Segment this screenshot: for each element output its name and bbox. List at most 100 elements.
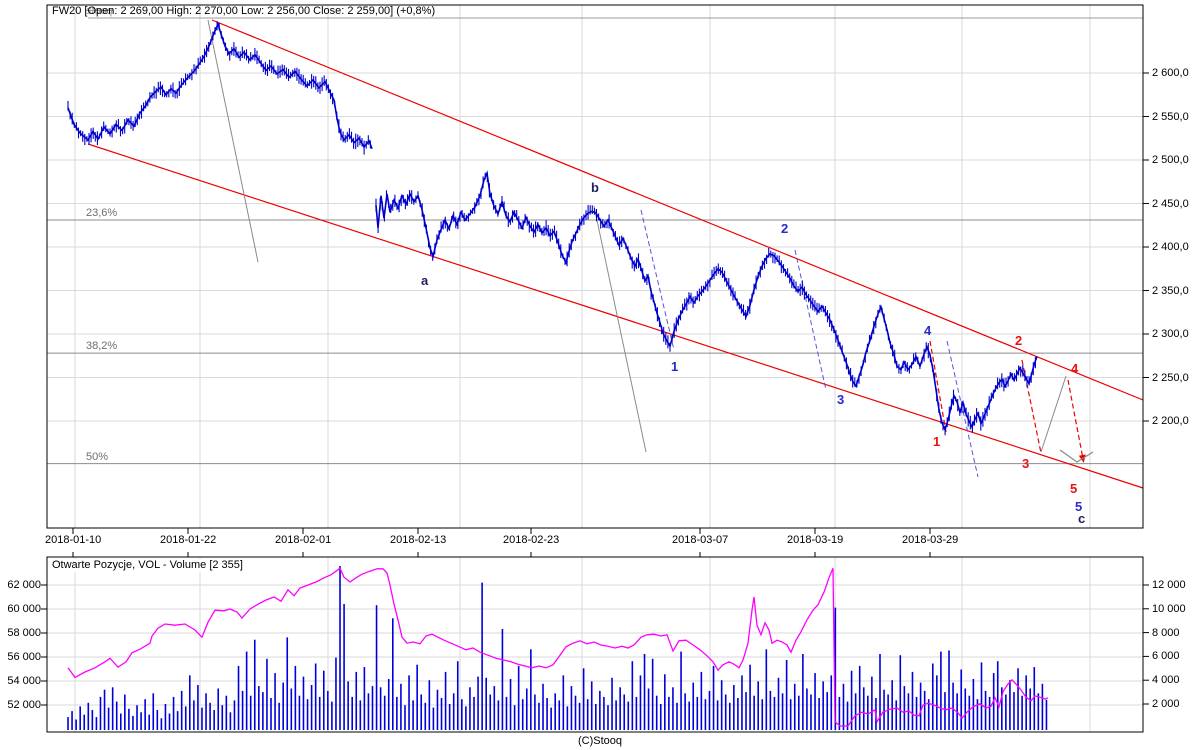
volume-bar [99,696,102,730]
volume-bar [396,696,398,730]
volume-bar [456,661,459,730]
volume-bar [1005,694,1007,730]
volume-bar [919,682,922,730]
volume-bar [428,680,431,730]
volume-bar [627,701,630,730]
volume-bar [1029,688,1032,730]
volume-bar [318,696,321,730]
volume-bar [842,683,845,730]
volume-bar [858,665,861,730]
volume-bar [554,693,556,730]
volume-bar [599,690,601,730]
volume-bar [530,649,532,730]
volume-bar [651,658,654,730]
volume-bar [785,660,788,730]
volume-bar [400,683,402,730]
volume-bar [672,687,674,730]
volume-bar [322,670,325,730]
volume-bar [830,675,833,730]
volume-bar [822,681,824,730]
volume-bar [952,682,954,730]
volume-bar [184,706,187,730]
volume-bar [302,676,305,730]
volume-bar [720,680,723,730]
volume-bar [635,696,638,730]
volume-bar [757,681,759,730]
volume-bar [1017,668,1019,730]
volume-bar [534,694,536,730]
volume-bar [891,680,893,730]
volume-bar [355,671,358,730]
volume-bar [136,705,138,730]
volume-bar [976,699,979,730]
volume-bar [282,682,284,730]
volume-bar [643,654,646,730]
volume-bar [383,695,386,730]
volume-bar [274,673,276,730]
volume-bar [245,651,248,730]
volume-bar [578,702,581,730]
gray-trend-line [1040,375,1067,453]
volume-bar [521,699,524,730]
volume-bar [327,690,329,730]
volume-bar [724,694,727,730]
volume-bar [375,605,378,730]
volume-bar [67,717,69,730]
volume-bar [452,693,455,730]
volume-bar [124,694,126,730]
volume-bar [639,675,642,730]
volume-bar [1021,695,1023,730]
volume-bar [509,679,512,730]
volume-bar [424,702,427,730]
volume-bar [152,693,155,730]
volume-bar [489,694,492,730]
copyright-label: (C)Stooq [577,735,623,747]
volume-bar [753,695,755,730]
volume-bar [294,665,297,730]
volume-bar [412,700,414,730]
volume-bar [473,696,475,730]
volume-bar [968,695,971,730]
volume-bar [432,707,435,730]
volume-bar [201,707,203,730]
volume-bar [972,679,975,730]
volume-bar [440,698,443,730]
volume-bar [988,696,991,730]
volume-bar [213,710,215,730]
volume-bar [363,667,366,730]
volume-bar [505,696,508,730]
volume-bar [741,675,743,730]
volume-bar [948,650,950,730]
volume-bar [465,706,467,730]
volume-bar [217,688,220,730]
volume-bar [980,662,983,730]
volume-bar [95,717,98,730]
volume-bar [71,711,73,730]
volume-bar [818,698,820,730]
volume-bar [335,657,337,730]
volume-bar [517,665,520,730]
volume-bar [704,699,707,730]
volume-bar [944,692,946,730]
volume-bar [781,693,784,730]
volume-bar [193,700,195,730]
volume-bar [197,685,199,730]
volume-bar [737,698,739,730]
volume-bar [664,674,666,731]
volume-bar [595,704,597,730]
volume-bar [241,690,244,730]
volume-bar [806,688,808,730]
volume-bar [497,700,500,730]
volume-bar [1025,675,1027,730]
volume-bar [538,702,540,730]
volume-bar [79,706,81,730]
volume-bar [607,705,609,730]
volume-bar [176,711,179,730]
volume-bar [867,695,869,730]
volume-bar [659,704,662,730]
volume-bar [936,675,938,730]
volume-bar [387,679,390,730]
volume-bar [708,690,711,730]
stooq-chart-screen: stooq FW20 [Open: 2 269,00 High: 2 270,0… [0,0,1200,750]
volume-bar [461,699,463,730]
